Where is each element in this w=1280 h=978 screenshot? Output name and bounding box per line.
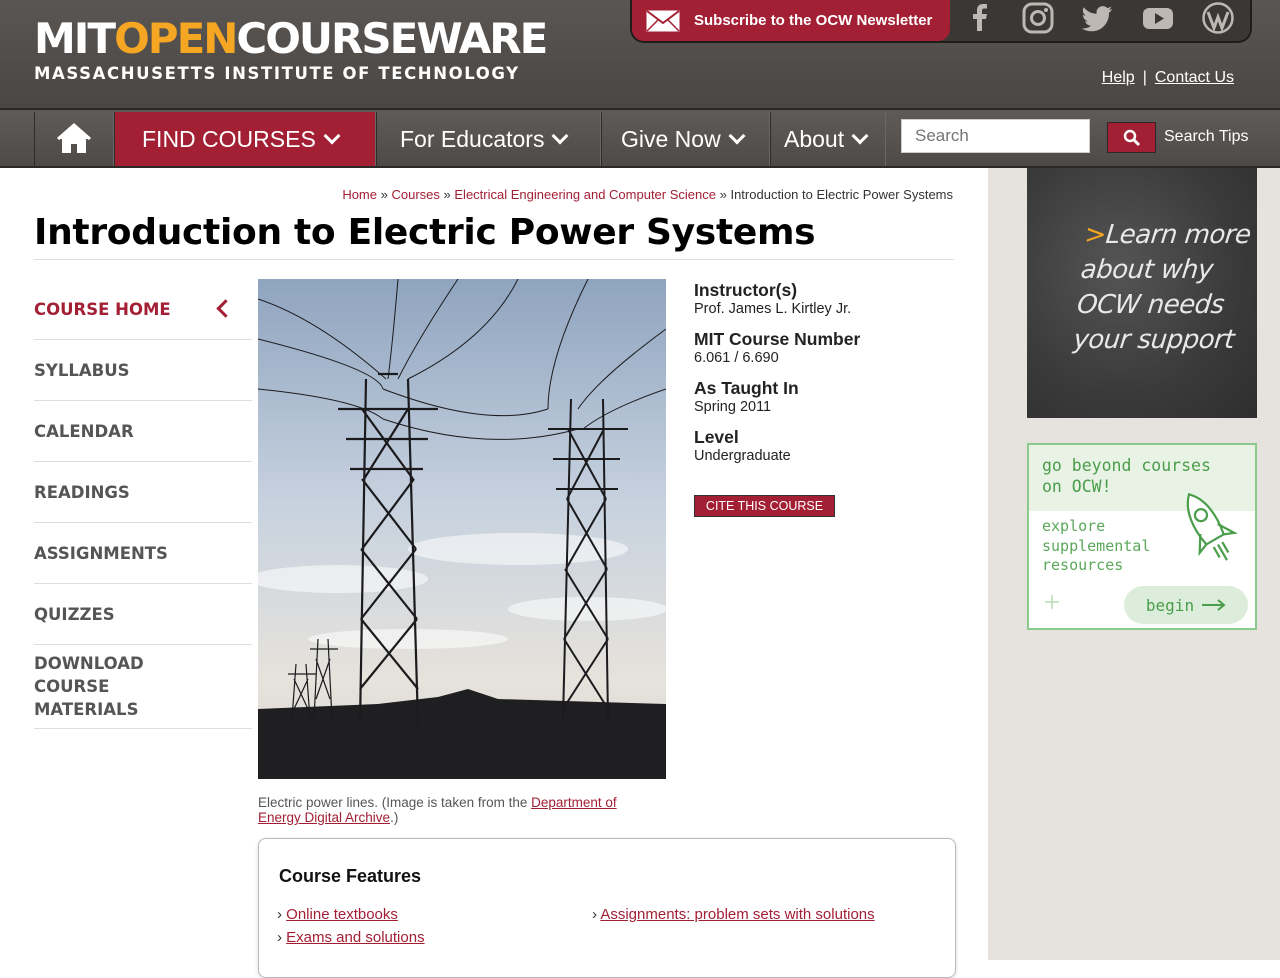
sidebar-item-label: QUIZZES (34, 604, 115, 624)
sidebar-item-assignments[interactable]: ASSIGNMENTS (34, 523, 252, 584)
help-link[interactable]: Help (1102, 69, 1135, 86)
taught-in-label: As Taught In (694, 378, 799, 398)
level-value: Undergraduate (694, 448, 791, 464)
begin-button[interactable]: begin (1124, 586, 1248, 624)
breadcrumb-separator: » (443, 187, 451, 202)
feature-item: › Exams and solutions (277, 929, 425, 946)
feature-item: › Online textbooks (277, 906, 398, 923)
twitter-icon[interactable] (1078, 0, 1118, 36)
logo-subtitle: MASSACHUSETTS INSTITUTE OF TECHNOLOGY (34, 64, 520, 83)
youtube-icon[interactable] (1138, 0, 1178, 36)
instagram-icon[interactable] (1018, 0, 1058, 36)
sidebar-item-label: COURSE HOME (34, 299, 171, 319)
course-features-title: Course Features (279, 866, 422, 886)
instructor-label: Instructor(s) (694, 280, 798, 300)
subscribe-newsletter-button[interactable]: Subscribe to the OCW Newsletter (632, 0, 950, 41)
search-button[interactable] (1107, 122, 1156, 153)
course-number-value: 6.061 / 6.690 (694, 350, 779, 366)
sidebar-item-course-home[interactable]: COURSE HOME (34, 279, 252, 340)
arrow-right-icon (1202, 599, 1226, 611)
sidebar-item-calendar[interactable]: CALENDAR (34, 401, 252, 462)
sidebar-item-quizzes[interactable]: QUIZZES (34, 584, 252, 645)
chevron-left-icon (216, 299, 235, 318)
page-title: Introduction to Electric Power Systems (34, 212, 816, 253)
chevron-down-icon (728, 127, 746, 145)
nav-give-now[interactable]: Give Now (601, 112, 770, 166)
top-utility-bar: Subscribe to the OCW Newsletter (630, 0, 1252, 43)
support-ocw-banner[interactable]: >Learn more about why OCW needs your sup… (1027, 168, 1257, 418)
ocw-logo[interactable]: MITOPENCOURSEWARE MASSACHUSETTS INSTITUT… (34, 14, 548, 83)
nav-about-label: About (784, 125, 845, 152)
taught-in-value: Spring 2011 (694, 399, 772, 415)
facebook-icon[interactable] (960, 0, 1000, 36)
course-features-box: Course Features › Online textbooks › Ass… (258, 838, 956, 978)
wordpress-icon[interactable] (1198, 0, 1238, 36)
site-header: MITOPENCOURSEWARE MASSACHUSETTS INSTITUT… (0, 0, 1280, 110)
contact-us-link[interactable]: Contact Us (1155, 69, 1234, 86)
nav-give-now-label: Give Now (621, 125, 721, 152)
feature-item: › Assignments: problem sets with solutio… (592, 906, 875, 923)
nav-find-courses[interactable]: FIND COURSES (114, 112, 376, 166)
mail-icon (646, 9, 680, 32)
nav-for-educators[interactable]: For Educators (376, 112, 601, 166)
course-image (258, 279, 666, 779)
breadcrumb-separator: » (380, 187, 388, 202)
begin-label: begin (1145, 595, 1195, 615)
support-ocw-text: >Learn more about why OCW needs your sup… (1071, 220, 1253, 355)
sparkle-icon (1045, 595, 1059, 609)
breadcrumb-courses[interactable]: Courses (391, 187, 439, 202)
search-tips-link[interactable]: Search Tips (1164, 128, 1248, 146)
cite-this-course-button[interactable]: CITE THIS COURSE (694, 495, 835, 517)
sidebar-item-readings[interactable]: READINGS (34, 462, 252, 523)
sidebar-item-label: DOWNLOAD COURSE MATERIALS (34, 654, 144, 719)
top-links: Help | Contact Us (1102, 69, 1234, 87)
home-button[interactable] (34, 112, 114, 166)
title-divider (34, 259, 954, 260)
nav-find-courses-label: FIND COURSES (142, 125, 316, 152)
subscribe-label: Subscribe to the OCW Newsletter (694, 12, 933, 29)
logo-wordmark: MITOPENCOURSEWARE (34, 14, 548, 63)
feature-online-textbooks-link[interactable]: Online textbooks (286, 906, 398, 923)
breadcrumb-home[interactable]: Home (342, 187, 377, 202)
feature-exams-link[interactable]: Exams and solutions (286, 929, 424, 946)
nav-for-educators-label: For Educators (400, 125, 545, 152)
sidebar-item-label: ASSIGNMENTS (34, 543, 168, 563)
feature-assignments-link[interactable]: Assignments: problem sets with solutions (600, 906, 874, 923)
sidebar-item-syllabus[interactable]: SYLLABUS (34, 340, 252, 401)
bullet-icon: › (592, 906, 597, 923)
chevron-down-icon (851, 127, 869, 145)
sidebar-item-download[interactable]: DOWNLOAD COURSE MATERIALS (34, 645, 252, 729)
breadcrumb-separator: » (719, 187, 727, 202)
course-number-label: MIT Course Number (694, 329, 861, 349)
sidebar-item-label: SYLLABUS (34, 360, 130, 380)
rocket-icon (1186, 493, 1238, 561)
course-sidebar: COURSE HOME SYLLABUS CALENDAR READINGS A… (34, 279, 252, 729)
top-links-separator: | (1142, 69, 1147, 86)
image-caption: Electric power lines. (Image is taken fr… (258, 795, 617, 825)
home-icon (57, 123, 91, 153)
sidebar-item-label: READINGS (34, 482, 130, 502)
chevron-down-icon (551, 127, 569, 145)
nav-about[interactable]: About (770, 112, 886, 166)
bullet-icon: › (277, 929, 282, 946)
breadcrumb-current: Introduction to Electric Power Systems (730, 187, 953, 202)
level-label: Level (694, 427, 739, 447)
sidebar-item-label: CALENDAR (34, 421, 134, 441)
search-icon (1123, 129, 1140, 146)
instructor-value: Prof. James L. Kirtley Jr. (694, 301, 852, 317)
breadcrumb: Home » Courses » Electrical Engineering … (342, 187, 953, 202)
course-info: Instructor(s) Prof. James L. Kirtley Jr.… (694, 281, 954, 477)
bullet-icon: › (277, 906, 282, 923)
chevron-down-icon (323, 127, 341, 145)
breadcrumb-department[interactable]: Electrical Engineering and Computer Scie… (454, 187, 716, 202)
go-beyond-courses-banner[interactable]: go beyond courses on OCW! explore suppleme… (1027, 443, 1257, 630)
search-input[interactable] (901, 119, 1090, 153)
